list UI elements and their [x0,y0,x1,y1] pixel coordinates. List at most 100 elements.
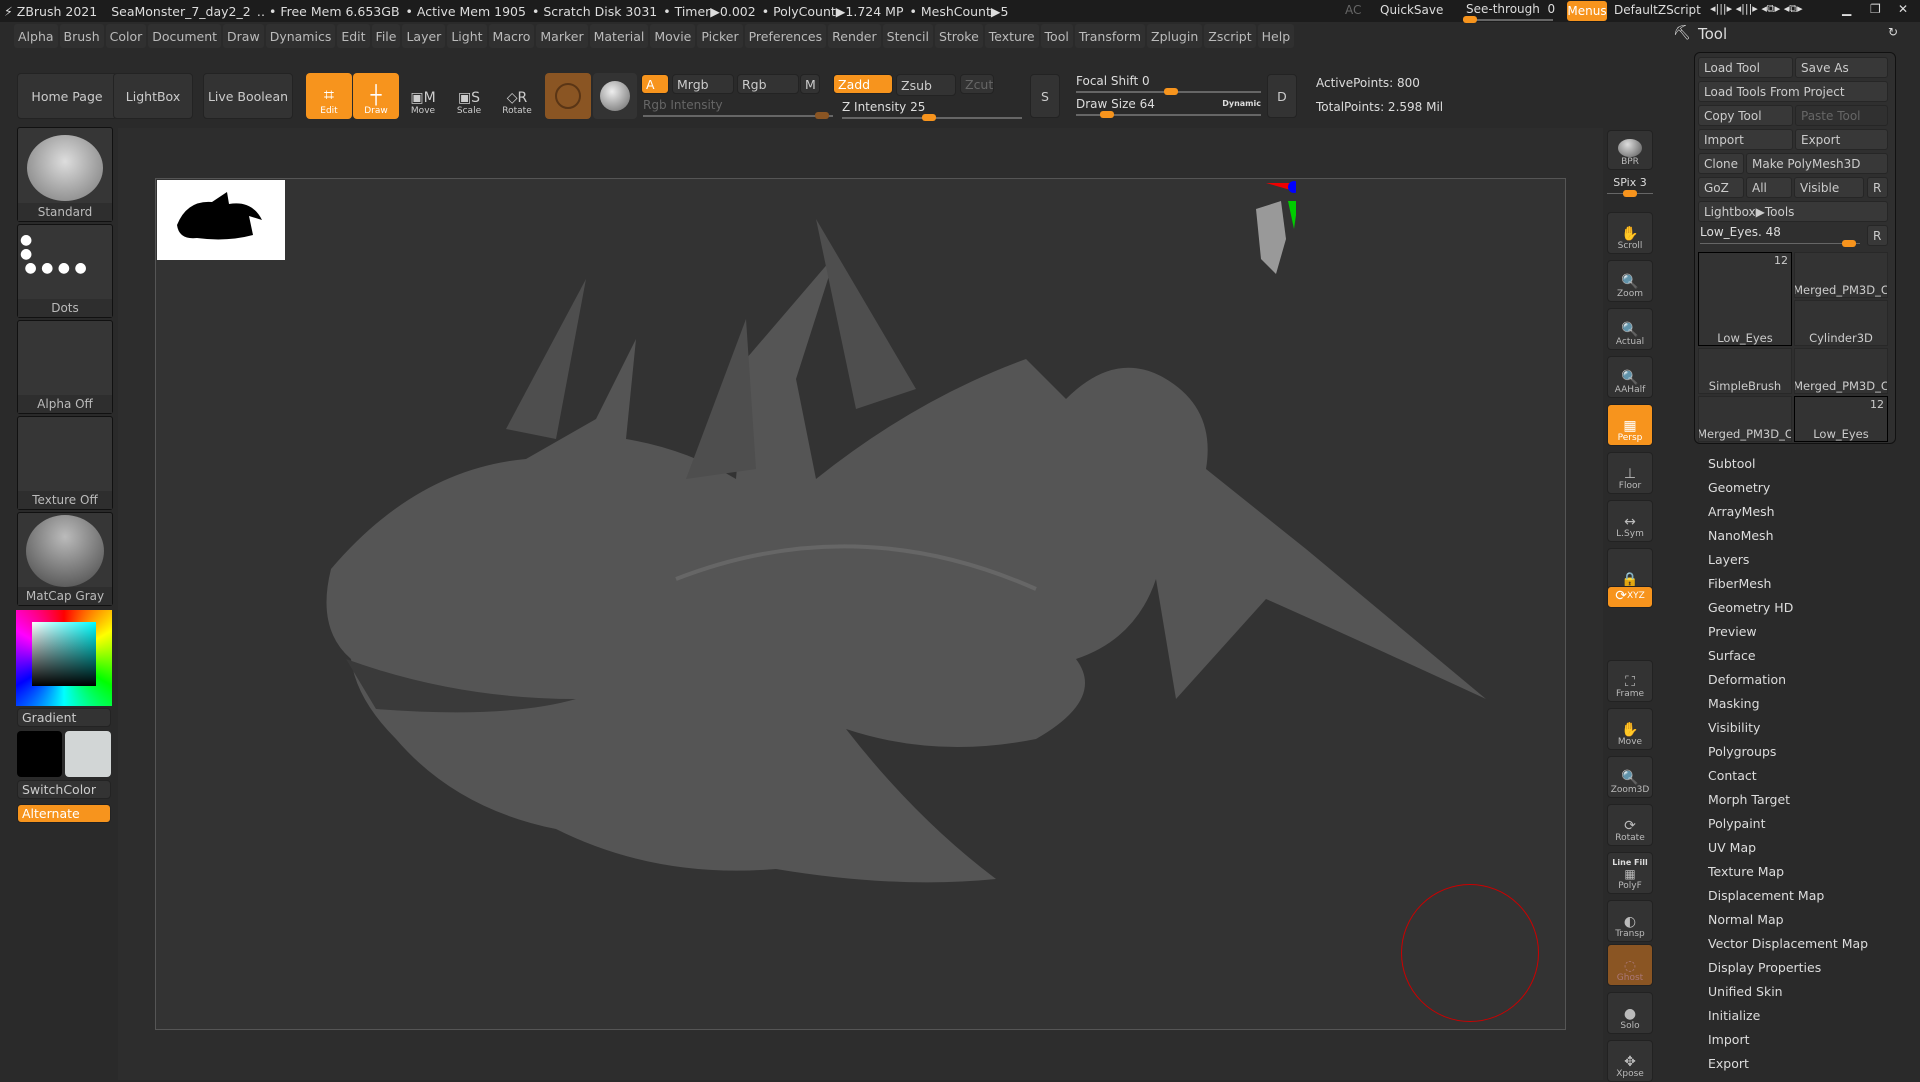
subpalette-texture-map[interactable]: Texture Map [1708,864,1784,879]
tool-thumbnail[interactable]: Merged_PM3D_C [1794,348,1888,394]
subpalette-initialize[interactable]: Initialize [1708,1008,1760,1023]
edit-button[interactable]: ⌗ Edit [306,73,352,119]
floor-button[interactable]: ⊥ Floor [1607,452,1653,494]
sea-monster-model[interactable] [156,179,1567,1031]
menu-texture[interactable]: Texture [984,24,1039,48]
tool-panel-title[interactable]: Tool [1698,25,1727,43]
menu-help[interactable]: Help [1257,24,1295,48]
subpalette-vector-displacement-map[interactable]: Vector Displacement Map [1708,936,1868,951]
subpalette-morph-target[interactable]: Morph Target [1708,792,1790,807]
r-button-2[interactable]: R [1867,225,1888,246]
menu-light[interactable]: Light [447,24,487,48]
lsym-button[interactable]: ↔ L.Sym [1607,500,1653,542]
export-button[interactable]: Export [1795,129,1888,150]
alternate-toggle[interactable]: Alternate [17,804,111,823]
home-page-button[interactable]: Home Page [17,73,117,119]
ghost-button[interactable]: ◌ Ghost [1607,944,1653,986]
mrgb-toggle[interactable]: Mrgb [672,74,734,94]
default-zscript-button[interactable]: DefaultZScript [1614,3,1701,17]
tool-thumbnail[interactable]: SimpleBrush [1698,348,1792,394]
subpalette-visibility[interactable]: Visibility [1708,720,1760,735]
menu-preferences[interactable]: Preferences [744,24,827,48]
scroll-button[interactable]: ✋ Scroll [1607,212,1653,254]
color-picker[interactable] [16,610,112,706]
lock-button[interactable]: 🔒 [1607,548,1653,590]
rotate-button[interactable]: ⟳ Rotate [1607,804,1653,846]
zadd-toggle[interactable]: Zadd [833,74,893,94]
move-button[interactable]: ▣M Move [400,73,446,119]
menu-alpha[interactable]: Alpha [14,24,58,48]
draw-button[interactable]: ┼ Draw [353,73,399,119]
material-sphere-button[interactable] [545,73,591,119]
menu-render[interactable]: Render [828,24,881,48]
tool-thumbnail[interactable]: Merged_PM3D_C [1698,396,1792,442]
quicksave-button[interactable]: QuickSave [1380,3,1443,17]
live-boolean-button[interactable]: Live Boolean [203,73,293,119]
subpalette-nanomesh[interactable]: NanoMesh [1708,528,1774,543]
scale-button[interactable]: ▣S Scale [446,73,492,119]
minimize-icon[interactable]: ▁ [1842,2,1851,16]
menu-document[interactable]: Document [148,24,222,48]
menu-zplugin[interactable]: Zplugin [1147,24,1203,48]
dynamic-toggle[interactable]: Dynamic [1222,99,1261,108]
menu-zscript[interactable]: Zscript [1204,24,1256,48]
brush-button[interactable]: Standard [17,127,113,222]
subpalette-import[interactable]: Import [1708,1032,1750,1047]
paste-tool-button[interactable]: Paste Tool [1795,105,1888,126]
menus-toggle[interactable]: Menus [1567,1,1607,21]
alpha-button[interactable]: Alpha Off [17,320,113,414]
current-tool-slider[interactable]: Low_Eyes. 48 [1700,225,1860,247]
subpalette-geometry[interactable]: Geometry [1708,480,1770,495]
subpalette-uv-map[interactable]: UV Map [1708,840,1756,855]
sculptris-s-button[interactable]: S [1030,74,1060,118]
subpalette-preview[interactable]: Preview [1708,624,1757,639]
tool-thumbnail[interactable]: 12 Low_Eyes [1794,396,1888,442]
tool-thumbnail[interactable]: Merged_PM3D_C [1794,252,1888,298]
copy-tool-button[interactable]: Copy Tool [1698,105,1793,126]
menu-brush[interactable]: Brush [59,24,104,48]
menu-stencil[interactable]: Stencil [882,24,933,48]
switch-color-button[interactable]: SwitchColor [17,780,111,799]
transp-button[interactable]: ◐ Transp [1607,900,1653,942]
main-color-swatch[interactable] [65,731,111,777]
subpalette-arraymesh[interactable]: ArrayMesh [1708,504,1775,519]
menu-tool[interactable]: Tool [1040,24,1073,48]
r-button[interactable]: R [1867,177,1888,198]
m-toggle[interactable]: M [800,74,820,94]
all-button[interactable]: All [1746,177,1792,198]
actual-button[interactable]: 🔍 Actual [1607,308,1653,350]
subpalette-unified-skin[interactable]: Unified Skin [1708,984,1783,999]
subpalette-geometry-hd[interactable]: Geometry HD [1708,600,1793,615]
rgb-toggle[interactable]: Rgb [737,74,799,94]
close-icon[interactable]: ✕ [1898,2,1908,16]
subpalette-polypaint[interactable]: Polypaint [1708,816,1766,831]
subpalette-normal-map[interactable]: Normal Map [1708,912,1784,927]
visible-button[interactable]: Visible [1794,177,1864,198]
menu-draw[interactable]: Draw [223,24,264,48]
subpalette-layers[interactable]: Layers [1708,552,1749,567]
menu-picker[interactable]: Picker [697,24,743,48]
menu-marker[interactable]: Marker [536,24,588,48]
refresh-icon[interactable]: ↻ [1888,25,1898,39]
rgb-intensity-slider[interactable]: Rgb Intensity [643,98,833,119]
make-polymesh3d-button[interactable]: Make PolyMesh3D [1746,153,1888,174]
subpalette-export[interactable]: Export [1708,1056,1749,1071]
subpalette-deformation[interactable]: Deformation [1708,672,1786,687]
menu-edit[interactable]: Edit [337,24,370,48]
z-intensity-slider[interactable]: Z Intensity 25 [842,100,1022,121]
tool-thumbnail[interactable]: Cylinder3D [1794,300,1888,346]
xyz-button[interactable]: ⟳ XYZ [1607,586,1653,608]
canvas[interactable] [155,178,1566,1030]
goz-button[interactable]: GoZ [1698,177,1744,198]
polyf-button[interactable]: Line Fill ▦ PolyF [1607,852,1653,894]
subpalette-fibermesh[interactable]: FiberMesh [1708,576,1771,591]
gradient-toggle[interactable]: Gradient [17,708,111,727]
subpalette-subtool[interactable]: Subtool [1708,456,1755,471]
menu-stroke[interactable]: Stroke [934,24,983,48]
zoom3d-button[interactable]: 🔍 Zoom3D [1607,756,1653,798]
subpalette-masking[interactable]: Masking [1708,696,1760,711]
clone-button[interactable]: Clone [1698,153,1744,174]
menu-transform[interactable]: Transform [1074,24,1146,48]
layout-icons[interactable]: ◂|||▸ ◂|||▸ ◂⧉▸ ◂⧉▸ [1710,2,1803,16]
solo-button[interactable]: ● Solo [1607,992,1653,1034]
